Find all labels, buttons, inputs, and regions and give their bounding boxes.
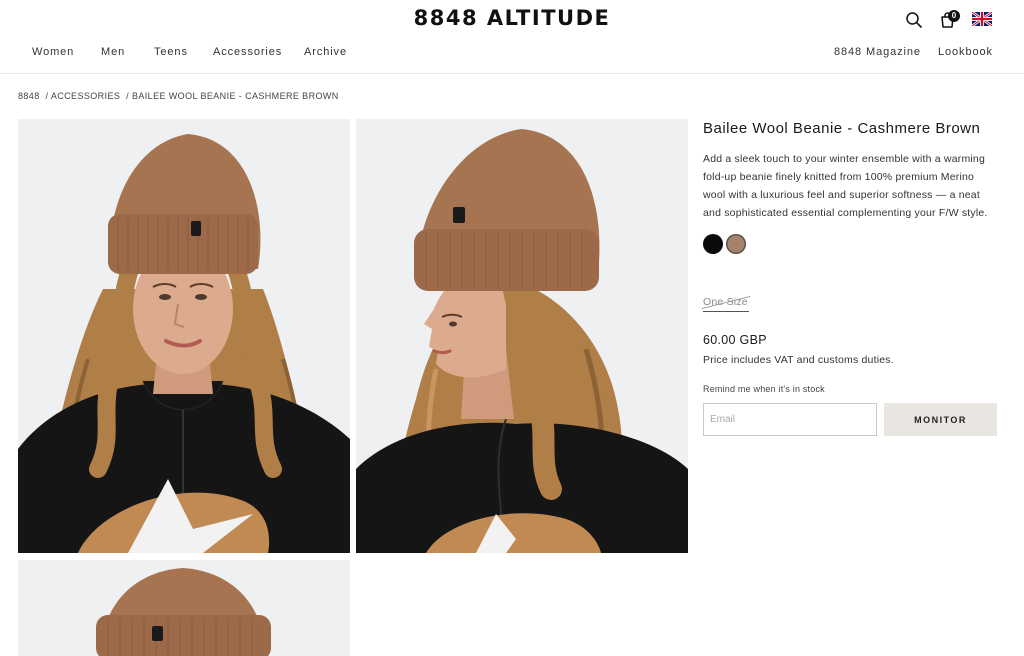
breadcrumb-home[interactable]: 8848 — [18, 91, 40, 101]
email-field[interactable] — [703, 403, 877, 436]
product-image-detail[interactable] — [18, 560, 350, 656]
breadcrumb: 8848 / ACCESSORIES / BAILEE WOOL BEANIE … — [18, 91, 342, 101]
color-swatch-black[interactable] — [703, 234, 723, 254]
product-info: Bailee Wool Beanie - Cashmere Brown Add … — [701, 120, 1003, 436]
nav-women[interactable]: Women — [32, 46, 74, 58]
breadcrumb-accessories[interactable]: / ACCESSORIES — [46, 91, 121, 101]
breadcrumb-current: / BAILEE WOOL BEANIE - CASHMERE BROWN — [126, 91, 339, 101]
uk-flag-icon[interactable] — [971, 10, 993, 28]
stock-reminder-label: Remind me when it's in stock — [703, 384, 825, 394]
nav-accessories[interactable]: Accessories — [213, 46, 282, 58]
nav-men[interactable]: Men — [101, 46, 125, 58]
site-header: 8848 ALTITUDE Women Men Teens Accessorie… — [0, 0, 1024, 74]
product-image-profile[interactable] — [356, 119, 688, 553]
cart-count-badge: 0 — [948, 10, 960, 22]
size-option[interactable]: One Size — [701, 295, 751, 312]
nav-lookbook[interactable]: Lookbook — [938, 46, 993, 58]
product-title: Bailee Wool Beanie - Cashmere Brown — [703, 120, 981, 137]
product-image-front[interactable] — [18, 119, 350, 553]
nav-teens[interactable]: Teens — [154, 46, 188, 58]
color-swatch-cashmere-brown[interactable] — [726, 234, 746, 254]
product-description: Add a sleek touch to your winter ensembl… — [703, 153, 988, 219]
search-icon[interactable] — [904, 10, 924, 30]
vat-note: Price includes VAT and customs duties. — [703, 354, 894, 366]
brand-logo[interactable]: 8848 ALTITUDE — [0, 6, 1024, 30]
nav-magazine[interactable]: 8848 Magazine — [834, 46, 921, 58]
size-selected-underline — [703, 311, 749, 312]
nav-archive[interactable]: Archive — [304, 46, 347, 58]
product-price: 60.00 GBP — [703, 333, 767, 347]
monitor-button[interactable]: MONITOR — [884, 403, 997, 436]
